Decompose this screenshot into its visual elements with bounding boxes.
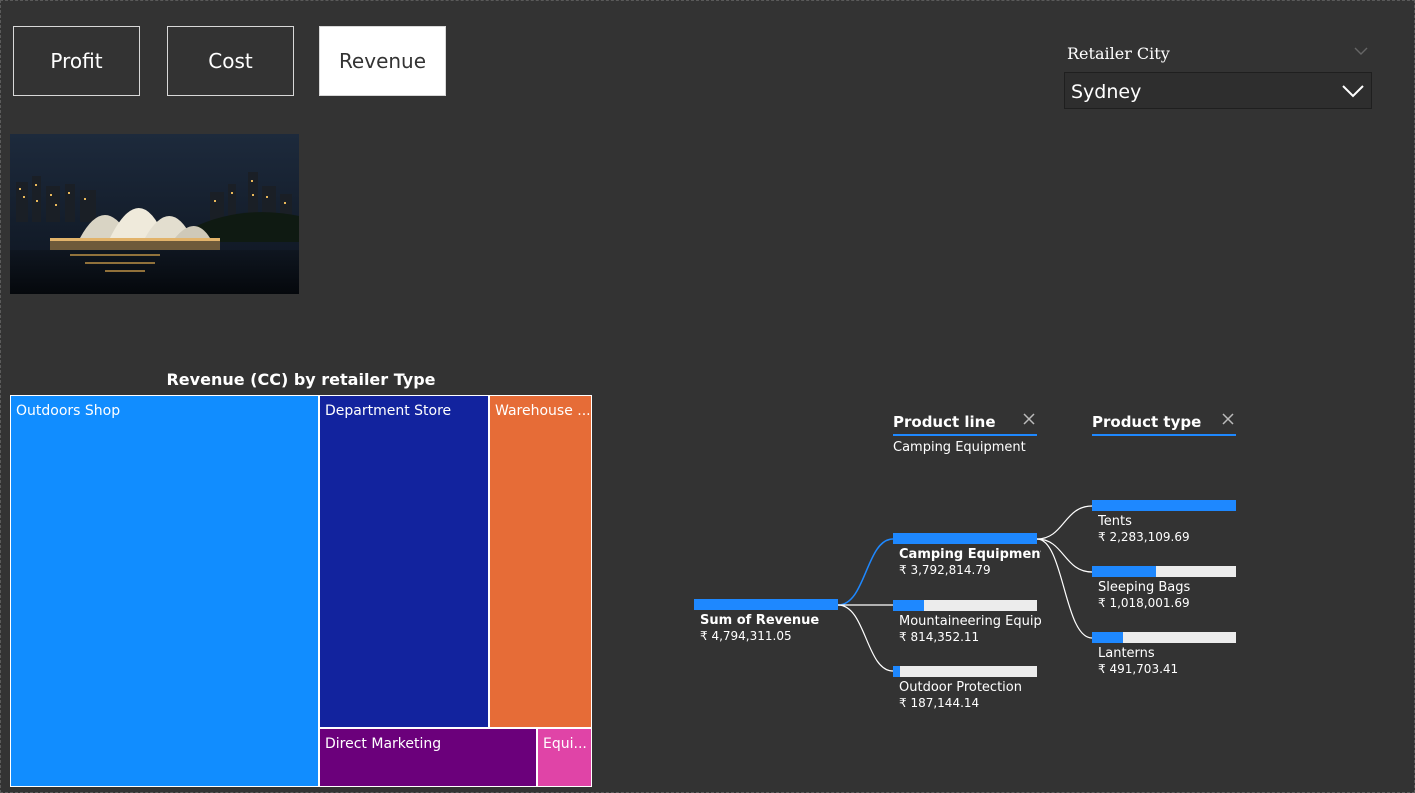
node-bar-fill (893, 600, 924, 611)
node-bar-fill (1092, 566, 1157, 577)
cost-button[interactable]: Cost (167, 26, 294, 96)
close-icon[interactable] (1023, 413, 1035, 425)
node-bar-track (893, 666, 1037, 677)
node-bar-track (1092, 500, 1236, 511)
treemap-cell[interactable]: Outdoors Shop (10, 395, 319, 787)
sydney-opera-house-photo (10, 134, 299, 294)
node-value: ₹ 491,703.41 (1098, 662, 1179, 676)
node-bar-fill (893, 533, 1037, 544)
node-bar-track (1092, 632, 1236, 643)
revenue-button[interactable]: Revenue (319, 26, 446, 96)
product-line-header-label: Product line (893, 413, 996, 431)
slicer-title: Retailer City (1067, 44, 1170, 63)
treemap-cell-label: Outdoors Shop (16, 403, 121, 419)
node-value: ₹ 814,352.11 (899, 630, 980, 644)
profit-button[interactable]: Profit (13, 26, 140, 96)
node-bar-track (893, 533, 1037, 544)
treemap-cell-label: Department Store (325, 403, 452, 419)
product-type-header-label: Product type (1092, 413, 1202, 431)
node-label: Sleeping Bags (1098, 580, 1191, 595)
node-bar-fill (694, 599, 838, 610)
city-dropdown[interactable]: Sydney (1064, 72, 1372, 109)
treemap-cell[interactable]: Direct Marketing (319, 728, 537, 787)
node-value: ₹ 187,144.14 (899, 696, 980, 710)
treemap-cell-label: Direct Marketing (325, 736, 442, 752)
node-bar-track (694, 599, 838, 610)
node-bar-fill (893, 666, 901, 677)
treemap-cell-label: Warehouse ... (495, 403, 591, 419)
node-value: ₹ 1,018,001.69 (1098, 596, 1190, 610)
node-label: Mountaineering Equip... (899, 614, 1041, 629)
product-line-header[interactable]: Product line (893, 412, 1037, 436)
node-label: Lanterns (1098, 646, 1155, 661)
node-bar-track (893, 600, 1037, 611)
treemap-cell[interactable]: Warehouse ... (489, 395, 592, 728)
node-label: Camping Equipment (899, 547, 1041, 562)
node-value: ₹ 4,794,311.05 (700, 629, 792, 643)
dropdown-selected-value: Sydney (1071, 81, 1142, 103)
node-label: Outdoor Protection (899, 680, 1022, 695)
node-bar-track (1092, 566, 1236, 577)
chevron-down-icon[interactable] (1352, 44, 1370, 58)
chevron-down-icon (1342, 85, 1364, 98)
node-label: Tents (1098, 514, 1132, 529)
product-line-filter: Camping Equipment (893, 440, 1026, 455)
treemap-title: Revenue (CC) by retailer Type (166, 370, 436, 389)
product-type-header[interactable]: Product type (1092, 412, 1236, 436)
node-value: ₹ 2,283,109.69 (1098, 530, 1190, 544)
node-bar-fill (1092, 500, 1236, 511)
node-value: ₹ 3,792,814.79 (899, 563, 991, 577)
close-icon[interactable] (1222, 413, 1234, 425)
treemap-cell-label: Equi... (543, 736, 587, 752)
treemap-cell[interactable]: Equi... (537, 728, 592, 787)
treemap: Outdoors Shop Department Store Warehouse… (10, 395, 592, 787)
node-label: Sum of Revenue (700, 613, 820, 628)
treemap-cell[interactable]: Department Store (319, 395, 489, 728)
node-bar-fill (1092, 632, 1123, 643)
